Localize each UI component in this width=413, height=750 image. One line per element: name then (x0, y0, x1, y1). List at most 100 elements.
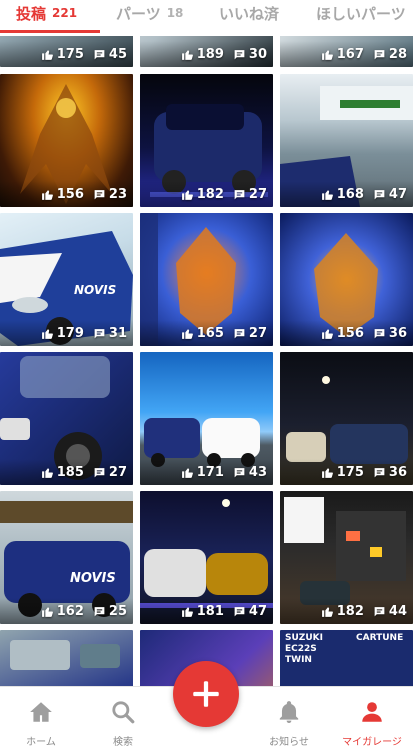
tab-wanted-parts[interactable]: ほしいパーツ (316, 0, 406, 28)
nav-my-garage[interactable]: マイガレージ (331, 687, 413, 750)
comment-count: 47 (388, 187, 407, 202)
thumbs-up-icon (321, 190, 333, 200)
thumbs-up-icon (321, 468, 333, 478)
tab-parts[interactable]: パーツ 18 (116, 0, 183, 28)
comment-icon (374, 50, 385, 60)
comment-icon (94, 468, 105, 478)
comment-count: 23 (108, 187, 127, 202)
post-thumbnail[interactable]: 165 27 (140, 213, 273, 346)
post-stats: 167 28 (321, 47, 407, 62)
thumbs-up-icon (321, 329, 333, 339)
thumbs-up-icon (321, 607, 333, 617)
active-tab-indicator (0, 30, 100, 33)
like-count: 189 (196, 47, 224, 62)
like-count: 175 (56, 47, 84, 62)
thumbs-up-icon (41, 50, 53, 60)
comment-count: 27 (248, 326, 267, 341)
post-thumbnail[interactable]: SUZUKI EC22S TWIN CARTUNE (280, 630, 413, 686)
comment-count: 27 (248, 187, 267, 202)
person-icon (362, 702, 382, 722)
thumbs-up-icon (181, 50, 193, 60)
tab-liked[interactable]: いいね済 (219, 0, 279, 28)
comment-icon (374, 468, 385, 478)
comment-count: 36 (388, 326, 407, 341)
like-count: 156 (56, 187, 84, 202)
comment-count: 36 (388, 465, 407, 480)
create-post-button[interactable] (173, 661, 239, 727)
comment-count: 25 (108, 604, 127, 619)
post-thumbnail[interactable]: 156 36 (280, 213, 413, 346)
comment-count: 28 (388, 47, 407, 62)
comment-icon (374, 329, 385, 339)
tab-label: いいね済 (219, 4, 280, 23)
post-stats: 156 36 (321, 326, 407, 341)
thumbs-up-icon (321, 50, 333, 60)
comment-icon (374, 607, 385, 617)
post-thumbnail[interactable]: NOVIS 162 25 (0, 491, 133, 624)
comment-icon (234, 329, 245, 339)
tab-label: ほしいパーツ (316, 4, 406, 23)
tab-label: パーツ (116, 4, 161, 23)
comment-icon (94, 50, 105, 60)
comment-count: 44 (388, 604, 407, 619)
thumbs-up-icon (181, 468, 193, 478)
post-stats: 182 44 (321, 604, 407, 619)
nav-notifications[interactable]: お知らせ (248, 687, 330, 750)
tab-posts[interactable]: 投稿 221 (16, 0, 77, 28)
home-icon (30, 702, 52, 722)
thumbs-up-icon (41, 468, 53, 478)
post-stats: 189 30 (181, 47, 267, 62)
novis-decal: NOVIS (70, 571, 116, 586)
post-thumbnail[interactable]: 182 27 (140, 74, 273, 207)
comment-count: 47 (248, 604, 267, 619)
like-count: 182 (196, 187, 224, 202)
post-thumbnail[interactable]: 175 36 (280, 352, 413, 485)
profile-tabs: 投稿 221 パーツ 18 いいね済 ほしいパーツ (0, 0, 413, 36)
post-stats: 168 47 (321, 187, 407, 202)
post-thumbnail[interactable]: 168 47 (280, 74, 413, 207)
tab-count: 18 (166, 6, 184, 20)
novis-decal: NOVIS (74, 283, 117, 297)
nav-search[interactable]: 検索 (82, 687, 164, 750)
plus-icon (193, 681, 219, 707)
bell-icon (279, 701, 299, 724)
like-count: 185 (56, 465, 84, 480)
like-count: 168 (336, 187, 364, 202)
post-thumbnail[interactable]: 182 44 (280, 491, 413, 624)
post-grid: 175 45 189 30 167 28 156 23 182 27 168 4… (0, 0, 413, 686)
like-count: 156 (336, 326, 364, 341)
like-count: 162 (56, 604, 84, 619)
nav-home[interactable]: ホーム (0, 687, 82, 750)
post-stats: 175 36 (321, 465, 407, 480)
like-count: 175 (336, 465, 364, 480)
like-count: 167 (336, 47, 364, 62)
comment-icon (374, 190, 385, 200)
like-count: 179 (56, 326, 84, 341)
tab-label: 投稿 (16, 4, 47, 23)
post-thumbnail[interactable]: 156 23 (0, 74, 133, 207)
tab-count: 221 (52, 6, 78, 20)
nav-label: マイガレージ (342, 737, 402, 748)
nav-label: ホーム (26, 737, 56, 748)
like-count: 165 (196, 326, 224, 341)
post-thumbnail[interactable] (0, 630, 133, 686)
post-stats: 175 45 (41, 47, 127, 62)
like-count: 182 (336, 604, 364, 619)
thumbs-up-icon (181, 329, 193, 339)
comment-count: 31 (108, 326, 127, 341)
post-thumbnail[interactable]: 181 47 (140, 491, 273, 624)
post-stats: 185 27 (41, 465, 127, 480)
post-thumbnail[interactable]: 171 43 (140, 352, 273, 485)
post-stats: 171 43 (181, 465, 267, 480)
post-thumbnail[interactable]: 185 27 (0, 352, 133, 485)
comment-icon (234, 468, 245, 478)
nav-label: お知らせ (269, 737, 309, 748)
post-thumbnail[interactable]: NOVIS 179 31 (0, 213, 133, 346)
thumbs-up-icon (181, 607, 193, 617)
like-count: 171 (196, 465, 224, 480)
comment-icon (94, 607, 105, 617)
comment-count: 43 (248, 465, 267, 480)
post-stats: 181 47 (181, 604, 267, 619)
comment-count: 27 (108, 465, 127, 480)
like-count: 181 (196, 604, 224, 619)
